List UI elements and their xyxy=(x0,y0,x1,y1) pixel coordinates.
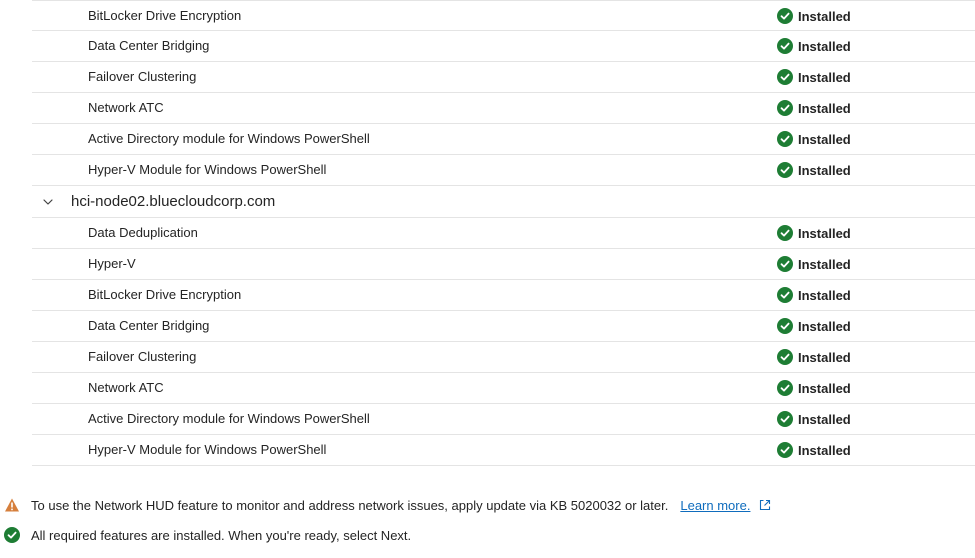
feature-row: Hyper-V Module for Windows PowerShell In… xyxy=(32,435,975,466)
warning-text: To use the Network HUD feature to monito… xyxy=(31,497,669,513)
check-circle-icon xyxy=(777,318,793,334)
feature-status: Installed xyxy=(777,155,851,185)
feature-status: Installed xyxy=(777,280,851,310)
node-group-header[interactable]: hci-node02.bluecloudcorp.com xyxy=(32,186,975,218)
node-name: hci-node02.bluecloudcorp.com xyxy=(71,193,276,210)
feature-name: Network ATC xyxy=(88,380,164,395)
status-label: Installed xyxy=(798,38,851,54)
check-circle-icon xyxy=(777,349,793,365)
feature-row: Active Directory module for Windows Powe… xyxy=(32,404,975,435)
feature-name: Failover Clustering xyxy=(88,69,197,84)
check-circle-icon xyxy=(777,69,793,85)
feature-row: BitLocker Drive Encryption Installed xyxy=(32,280,975,311)
feature-status: Installed xyxy=(777,218,851,248)
feature-status: Installed xyxy=(777,435,851,465)
success-message: All required features are installed. Whe… xyxy=(4,525,411,545)
feature-status: Installed xyxy=(777,93,851,123)
feature-status: Installed xyxy=(777,373,851,403)
feature-name: Active Directory module for Windows Powe… xyxy=(88,411,370,426)
feature-status: Installed xyxy=(777,342,851,372)
feature-status: Installed xyxy=(777,1,851,31)
check-circle-icon xyxy=(777,442,793,458)
status-label: Installed xyxy=(798,8,851,24)
check-circle-icon xyxy=(777,380,793,396)
check-circle-icon xyxy=(777,411,793,427)
feature-name: Network ATC xyxy=(88,100,164,115)
feature-status: Installed xyxy=(777,404,851,434)
status-label: Installed xyxy=(798,380,851,396)
check-circle-icon xyxy=(777,162,793,178)
open-external-icon[interactable] xyxy=(758,498,772,512)
success-text: All required features are installed. Whe… xyxy=(31,527,412,543)
feature-name: Hyper-V Module for Windows PowerShell xyxy=(88,162,327,177)
chevron-down-icon[interactable] xyxy=(41,195,55,209)
status-label: Installed xyxy=(798,256,851,272)
status-label: Installed xyxy=(798,318,851,334)
check-circle-icon xyxy=(777,131,793,147)
status-label: Installed xyxy=(798,131,851,147)
feature-name: Failover Clustering xyxy=(88,349,197,364)
feature-row: Data Center Bridging Installed xyxy=(32,311,975,342)
feature-row: Active Directory module for Windows Powe… xyxy=(32,124,975,155)
check-circle-icon xyxy=(777,287,793,303)
check-circle-icon xyxy=(777,225,793,241)
status-label: Installed xyxy=(798,69,851,85)
status-label: Installed xyxy=(798,287,851,303)
check-circle-icon xyxy=(4,527,20,543)
feature-name: BitLocker Drive Encryption xyxy=(88,8,242,23)
feature-name: Active Directory module for Windows Powe… xyxy=(88,131,370,146)
feature-status: Installed xyxy=(777,249,851,279)
warning-message: To use the Network HUD feature to monito… xyxy=(4,495,772,515)
learn-more-link[interactable]: Learn more. xyxy=(680,498,750,513)
status-label: Installed xyxy=(798,225,851,241)
feature-status: Installed xyxy=(777,311,851,341)
feature-row: Data Center Bridging Installed xyxy=(32,31,975,62)
check-circle-icon xyxy=(777,38,793,54)
feature-row: Hyper-V Module for Windows PowerShell In… xyxy=(32,155,975,186)
feature-list: BitLocker Drive Encryption Installed Dat… xyxy=(0,0,975,466)
status-label: Installed xyxy=(798,411,851,427)
feature-row: Data Deduplication Installed xyxy=(32,218,975,249)
feature-row: Network ATC Installed xyxy=(32,93,975,124)
feature-name: Data Center Bridging xyxy=(88,318,210,333)
feature-status: Installed xyxy=(777,31,851,61)
check-circle-icon xyxy=(777,256,793,272)
features-page: BitLocker Drive Encryption Installed Dat… xyxy=(0,0,975,558)
feature-name: Hyper-V xyxy=(88,256,136,271)
check-circle-icon xyxy=(777,8,793,24)
status-label: Installed xyxy=(798,442,851,458)
feature-name: BitLocker Drive Encryption xyxy=(88,287,242,302)
feature-status: Installed xyxy=(777,124,851,154)
feature-row: Network ATC Installed xyxy=(32,373,975,404)
feature-name: Hyper-V Module for Windows PowerShell xyxy=(88,442,327,457)
warning-icon xyxy=(4,497,20,513)
feature-name: Data Center Bridging xyxy=(88,38,210,53)
feature-row: Hyper-V Installed xyxy=(32,249,975,280)
feature-name: Data Deduplication xyxy=(88,225,198,240)
status-label: Installed xyxy=(798,349,851,365)
status-label: Installed xyxy=(798,100,851,116)
feature-row: Failover Clustering Installed xyxy=(32,62,975,93)
status-label: Installed xyxy=(798,162,851,178)
feature-status: Installed xyxy=(777,62,851,92)
feature-row: BitLocker Drive Encryption Installed xyxy=(32,0,975,31)
check-circle-icon xyxy=(777,100,793,116)
feature-row: Failover Clustering Installed xyxy=(32,342,975,373)
